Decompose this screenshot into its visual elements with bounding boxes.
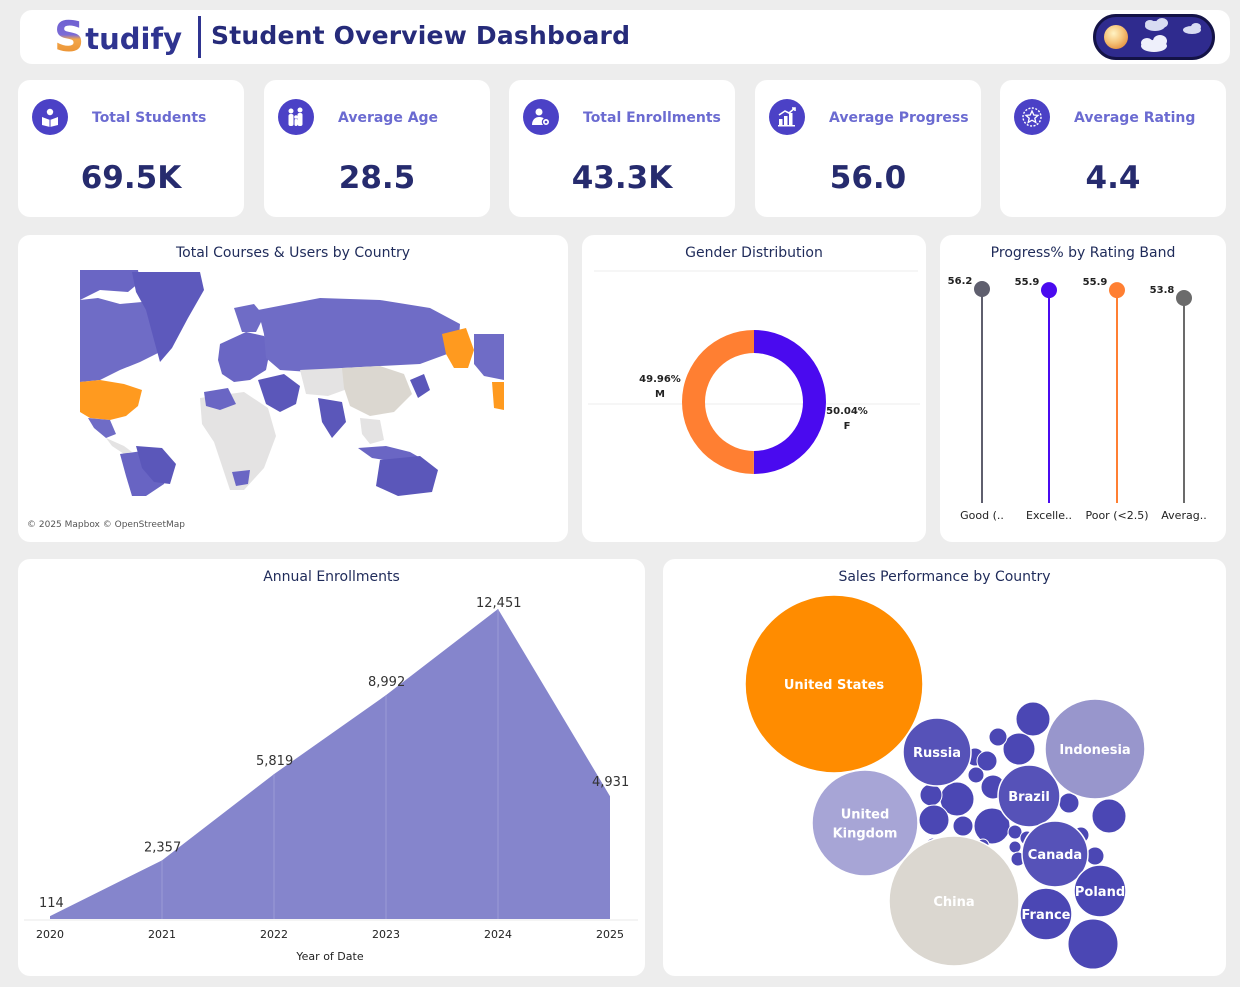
lollipop-value-label: 55.9 bbox=[1015, 277, 1040, 288]
reader-icon bbox=[32, 99, 68, 135]
kpi-value: 56.0 bbox=[829, 160, 907, 196]
kpi-card-average-age: Average Age 28.5 bbox=[264, 80, 490, 217]
enrollment-area[interactable] bbox=[50, 609, 610, 919]
studify-logo: S tudify bbox=[54, 15, 182, 59]
kpi-label: Total Students bbox=[92, 110, 207, 126]
kpi-label: Average Rating bbox=[1074, 110, 1196, 126]
area-value-label: 8,992 bbox=[368, 675, 405, 690]
sales-performance-panel: Sales Performance by Country United Stat… bbox=[663, 559, 1226, 976]
star-badge-icon bbox=[1014, 99, 1050, 135]
area-value-label: 5,819 bbox=[256, 754, 293, 769]
lollipop-value-label: 53.8 bbox=[1150, 285, 1175, 296]
bubble-label: China bbox=[933, 895, 974, 910]
progress-by-rating-panel: Progress% by Rating Band 56.2 Good (.. 55.… bbox=[940, 235, 1226, 542]
bubble-label: France bbox=[1021, 908, 1070, 923]
world-map[interactable] bbox=[80, 270, 504, 496]
country-bubble[interactable] bbox=[918, 804, 950, 836]
page-title: Student Overview Dashboard bbox=[211, 21, 631, 50]
x-axis-title: Year of Date bbox=[295, 950, 363, 963]
country-bubble[interactable] bbox=[1091, 798, 1127, 834]
x-tick-label: 2023 bbox=[372, 928, 400, 941]
lollipop-value-label: 55.9 bbox=[1083, 277, 1108, 288]
country-bubble[interactable] bbox=[1002, 732, 1036, 766]
area-chart: 114 2020 2,357 2021 5,819 2022 8,992 2023 12,451… bbox=[24, 596, 638, 963]
area-value-label: 4,931 bbox=[592, 775, 629, 790]
kpi-value: 4.4 bbox=[1085, 160, 1141, 196]
map-credit: © 2025 Mapbox © OpenStreetMap bbox=[27, 520, 185, 530]
theme-toggle-button[interactable] bbox=[1093, 14, 1215, 60]
country-bubble[interactable] bbox=[919, 783, 943, 807]
gender-category-f: F bbox=[843, 421, 851, 432]
x-tick-label: 2025 bbox=[596, 928, 624, 941]
lollipop-point[interactable] bbox=[1109, 282, 1125, 299]
country-bubble[interactable] bbox=[811, 769, 919, 877]
lollipop-category-label: Excelle.. bbox=[1026, 509, 1072, 522]
kpi-card-average-progress: Average Progress 56.0 bbox=[755, 80, 981, 217]
bubble-label: Brazil bbox=[1008, 790, 1050, 805]
lollipop-chart: 56.2 Good (.. 55.9 Excelle.. 55.9 Poor (<2.5)… bbox=[948, 276, 1207, 522]
kpi-label: Average Progress bbox=[829, 110, 969, 126]
kpi-card-average-rating: Average Rating 4.4 bbox=[1000, 80, 1226, 217]
logo-initial: S bbox=[54, 12, 85, 61]
family-icon bbox=[278, 99, 314, 135]
bubble-label: Poland bbox=[1075, 885, 1125, 900]
kpi-label: Average Age bbox=[338, 110, 439, 126]
lollipop-category-label: Poor (<2.5) bbox=[1085, 509, 1148, 522]
bubble-label: Indonesia bbox=[1059, 743, 1130, 758]
area-value-label: 12,451 bbox=[476, 596, 522, 611]
lollipop-point[interactable] bbox=[974, 281, 990, 297]
area-value-label: 2,357 bbox=[144, 840, 181, 855]
donut-slice-m[interactable] bbox=[681, 330, 754, 474]
lollipop-point[interactable] bbox=[1041, 282, 1057, 299]
bubble-label: Canada bbox=[1028, 848, 1082, 863]
gender-value-f: 50.04% bbox=[826, 406, 868, 417]
kpi-label: Total Enrollments bbox=[583, 110, 721, 126]
logo-text: tudify bbox=[85, 22, 182, 56]
map-panel: Total Courses & Users by Country © 2025 … bbox=[18, 235, 568, 542]
x-tick-label: 2022 bbox=[260, 928, 288, 941]
x-tick-label: 2021 bbox=[148, 928, 176, 941]
map-title: Total Courses & Users by Country bbox=[175, 245, 411, 261]
bubble-label: United bbox=[841, 808, 890, 823]
gender-category-m: M bbox=[655, 389, 665, 400]
x-tick-label: 2024 bbox=[484, 928, 512, 941]
kpi-card-total-enrollments: Total Enrollments 43.3K bbox=[509, 80, 735, 217]
kpi-value: 69.5K bbox=[80, 160, 182, 196]
x-tick-label: 2020 bbox=[36, 928, 64, 941]
country-bubble[interactable] bbox=[952, 815, 974, 837]
bubble-label: United States bbox=[784, 678, 885, 693]
bubble-label: Russia bbox=[913, 746, 961, 761]
gender-value-m: 49.96% bbox=[639, 374, 681, 385]
bubble-label: Kingdom bbox=[833, 827, 898, 842]
header-divider bbox=[198, 16, 201, 58]
lollipop-category-label: Averag.. bbox=[1161, 509, 1206, 522]
gender-label-m: 49.96% M bbox=[634, 372, 686, 402]
country-bubble[interactable] bbox=[1067, 918, 1119, 970]
user-gear-icon bbox=[523, 99, 559, 135]
country-bubble[interactable] bbox=[967, 766, 985, 784]
kpi-card-total-students: Total Students 69.5K bbox=[18, 80, 244, 217]
lollipop-value-label: 56.2 bbox=[948, 276, 973, 287]
country-bubble[interactable] bbox=[1008, 840, 1022, 854]
annual-enrollments-panel: Annual Enrollments 114 2020 2,357 2021 5,819… bbox=[18, 559, 645, 976]
lollipop-category-label: Good (.. bbox=[960, 509, 1004, 522]
bubble-chart: United States Indonesia United Kingdom China… bbox=[744, 594, 1146, 970]
sun-cloud-icon bbox=[1104, 18, 1201, 52]
kpi-value: 43.3K bbox=[571, 160, 673, 196]
kpi-value: 28.5 bbox=[338, 160, 416, 196]
country-bubble[interactable] bbox=[1015, 701, 1051, 737]
country-bubble[interactable] bbox=[988, 727, 1008, 747]
country-bubble[interactable] bbox=[1085, 846, 1105, 866]
donut-slice-f[interactable] bbox=[753, 330, 826, 474]
lollipop-point[interactable] bbox=[1176, 290, 1192, 306]
gender-label-f: 50.04% F bbox=[821, 404, 873, 434]
bar-growth-icon bbox=[769, 99, 805, 135]
gender-distribution-panel: Gender Distribution 49.96% M 50.04% F bbox=[582, 235, 926, 542]
area-value-label: 114 bbox=[39, 896, 64, 911]
dashboard-header: S tudify Student Overview Dashboard bbox=[20, 10, 1230, 64]
